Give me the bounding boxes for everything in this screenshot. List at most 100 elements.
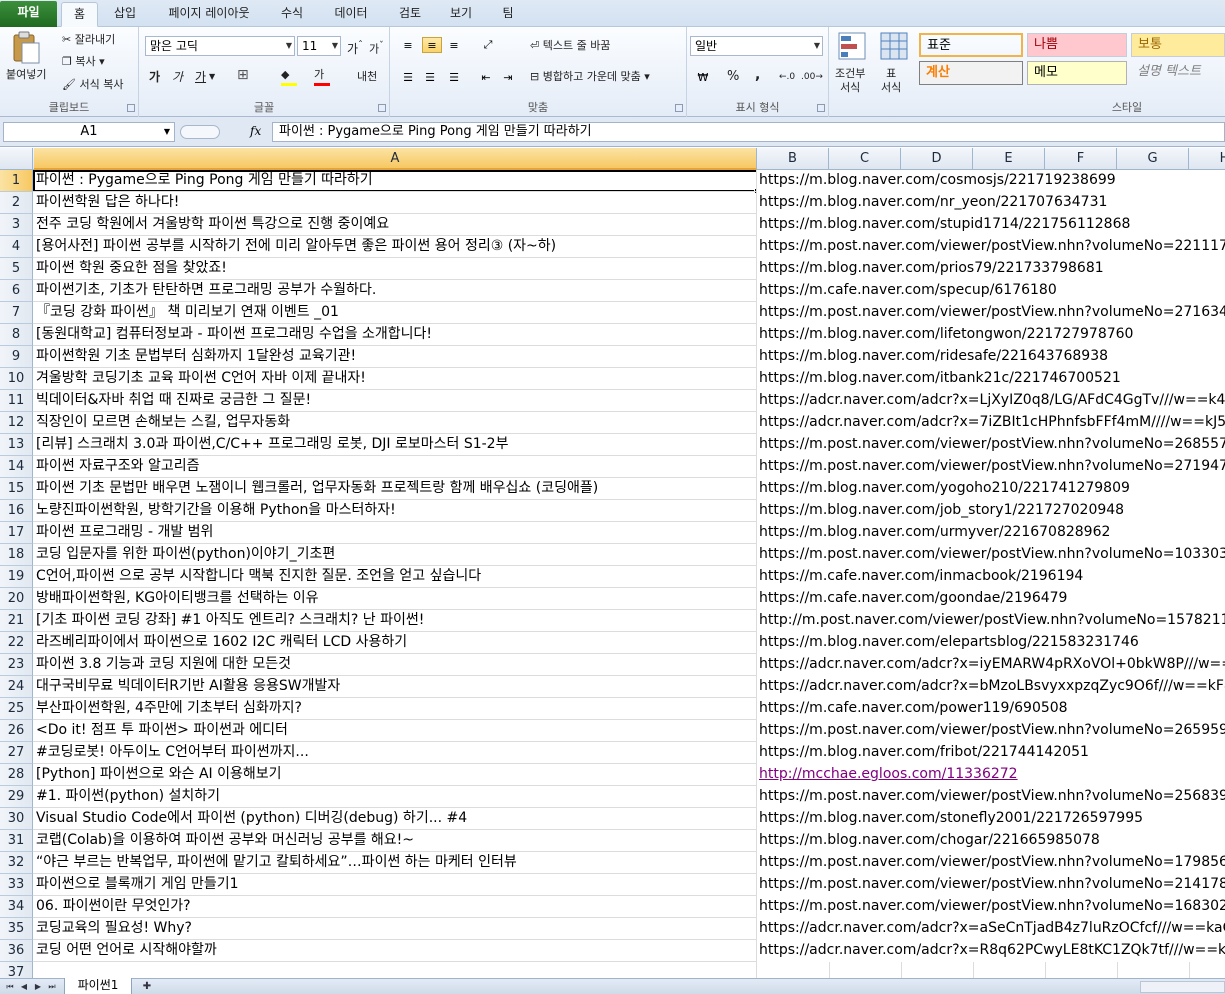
align-center-icon[interactable]: ☰ bbox=[422, 69, 438, 85]
cell-a[interactable] bbox=[34, 962, 757, 978]
grow-font-button[interactable]: 가ˆ bbox=[347, 38, 363, 57]
currency-icon[interactable]: ₩ bbox=[695, 69, 711, 85]
row-header[interactable]: 17 bbox=[0, 522, 33, 544]
underline-button[interactable]: 가 bbox=[195, 69, 206, 85]
increase-indent-icon[interactable]: ⇥ bbox=[500, 69, 516, 85]
column-header-b[interactable]: B bbox=[757, 148, 829, 170]
font-launcher-icon[interactable] bbox=[378, 104, 386, 112]
cell-b[interactable]: https://m.blog.naver.com/chogar/22166598… bbox=[757, 830, 1225, 852]
row-header[interactable]: 20 bbox=[0, 588, 33, 610]
cell-a[interactable]: 라즈베리파이에서 파이썬으로 1602 I2C 캐릭터 LCD 사용하기 bbox=[34, 632, 757, 654]
column-header-a[interactable]: A bbox=[34, 148, 757, 170]
cell-a[interactable]: 부산파이썬학원, 4주만에 기초부터 심화까지? bbox=[34, 698, 757, 720]
style-neutral[interactable]: 보통 bbox=[1131, 33, 1225, 57]
row-header[interactable]: 33 bbox=[0, 874, 33, 896]
row-header[interactable]: 26 bbox=[0, 720, 33, 742]
cell-a[interactable]: #코딩로봇! 아두이노 C언어부터 파이썬까지... bbox=[34, 742, 757, 764]
cell-b[interactable]: https://m.cafe.naver.com/power119/690508 bbox=[757, 698, 1225, 720]
row-header[interactable]: 36 bbox=[0, 940, 33, 962]
align-middle-icon[interactable]: ≡ bbox=[422, 37, 442, 53]
select-all-button[interactable] bbox=[0, 148, 33, 170]
align-top-icon[interactable]: ≡ bbox=[400, 37, 416, 53]
comma-button[interactable]: , bbox=[755, 67, 760, 83]
row-header[interactable]: 13 bbox=[0, 434, 33, 456]
row-header[interactable]: 12 bbox=[0, 412, 33, 434]
italic-button[interactable]: 가 bbox=[172, 69, 183, 85]
worksheet-grid[interactable]: A B C D E F G H 1 파이썬 : Pygame으로 Ping Pon… bbox=[0, 148, 1225, 978]
cell-b[interactable]: https://m.post.naver.com/viewer/postView… bbox=[757, 544, 1225, 566]
name-box[interactable]: A1 ▼ bbox=[3, 122, 175, 142]
row-header[interactable]: 1 bbox=[0, 170, 33, 192]
row-header[interactable]: 11 bbox=[0, 390, 33, 412]
cell-a[interactable]: 코랩(Colab)을 이용하여 파이썬 공부와 머신러닝 공부를 해요!~ bbox=[34, 830, 757, 852]
cell-a[interactable]: 겨울방학 코딩기초 교육 파이썬 C언어 자바 이제 끝내자! bbox=[34, 368, 757, 390]
cell-b[interactable]: https://m.post.naver.com/viewer/postView… bbox=[757, 236, 1225, 258]
insert-sheet-icon[interactable]: ✚ bbox=[138, 980, 156, 994]
tab-file[interactable]: 파일 bbox=[0, 1, 57, 27]
cell-b[interactable]: https://m.blog.naver.com/itbank21c/22174… bbox=[757, 368, 1225, 390]
cell-a[interactable]: 파이썬으로 블록깨기 게임 만들기1 bbox=[34, 874, 757, 896]
font-size-select[interactable]: 11 ▼ bbox=[297, 36, 341, 56]
row-header[interactable]: 15 bbox=[0, 478, 33, 500]
cell-a[interactable]: 파이썬학원 답은 하나다! bbox=[34, 192, 757, 214]
cell-a[interactable]: [Python] 파이썬으로 와슨 AI 이용해보기 bbox=[34, 764, 757, 786]
border-icon[interactable]: ⊞ bbox=[237, 67, 249, 83]
row-header[interactable]: 23 bbox=[0, 654, 33, 676]
formula-input[interactable]: 파이썬 : Pygame으로 Ping Pong 게임 만들기 따라하기 bbox=[272, 122, 1225, 142]
tab-view[interactable]: 보기 bbox=[440, 2, 482, 27]
column-header-f[interactable]: F bbox=[1045, 148, 1117, 170]
row-header[interactable]: 18 bbox=[0, 544, 33, 566]
row-header[interactable]: 4 bbox=[0, 236, 33, 258]
cell-b[interactable]: https://m.blog.naver.com/ridesafe/221643… bbox=[757, 346, 1225, 368]
format-table-label[interactable]: 표 서식 bbox=[881, 67, 901, 95]
orientation-icon[interactable]: ⤢ bbox=[480, 37, 496, 53]
cell-b[interactable]: https://m.cafe.naver.com/goondae/2196479 bbox=[757, 588, 1225, 610]
cell-b[interactable]: https://adcr.naver.com/adcr?x=R8q62PCwyL… bbox=[757, 940, 1225, 962]
tab-page-layout[interactable]: 페이지 레이아웃 bbox=[154, 2, 264, 27]
horizontal-scrollbar[interactable] bbox=[1140, 981, 1225, 993]
cell-a[interactable]: 노량진파이썬학원, 방학기간을 이용해 Python을 마스터하자! bbox=[34, 500, 757, 522]
align-bottom-icon[interactable]: ≡ bbox=[446, 37, 462, 53]
align-left-icon[interactable]: ☰ bbox=[400, 69, 416, 85]
cell-b[interactable]: https://m.post.naver.com/viewer/postView… bbox=[757, 874, 1225, 896]
cell-a[interactable]: 빅데이터&자바 취업 때 진짜로 궁금한 그 질문! bbox=[34, 390, 757, 412]
cell-a[interactable]: 파이썬 학원 중요한 점을 찾았죠! bbox=[34, 258, 757, 280]
align-right-icon[interactable]: ☰ bbox=[446, 69, 462, 85]
cell-b[interactable]: https://m.blog.naver.com/yogoho210/22174… bbox=[757, 478, 1225, 500]
cell-a[interactable]: 코딩 입문자를 위한 파이썬(python)이야기_기초편 bbox=[34, 544, 757, 566]
row-header[interactable]: 16 bbox=[0, 500, 33, 522]
cell-b-hyperlink[interactable]: http://mcchae.egloos.com/11336272 bbox=[757, 764, 1225, 786]
cell-a[interactable]: 코딩 어떤 언어로 시작해야할까 bbox=[34, 940, 757, 962]
cell-b[interactable]: https://adcr.naver.com/adcr?x=iyEMARW4pR… bbox=[757, 654, 1225, 676]
cell-b[interactable]: https://m.blog.naver.com/urmyver/2216708… bbox=[757, 522, 1225, 544]
cell-a[interactable]: 파이썬 기초 문법만 배우면 노잼이니 웹크롤러, 업무자동화 프로젝트랑 함께… bbox=[34, 478, 757, 500]
cell-b[interactable]: https://m.post.naver.com/viewer/postView… bbox=[757, 302, 1225, 324]
cell-b[interactable]: https://m.blog.naver.com/stonefly2001/22… bbox=[757, 808, 1225, 830]
cell-b[interactable]: https://m.post.naver.com/viewer/postView… bbox=[757, 434, 1225, 456]
paste-button[interactable] bbox=[10, 31, 42, 67]
cell-b[interactable]: https://m.blog.naver.com/nr_yeon/2217076… bbox=[757, 192, 1225, 214]
sheet-tab-active[interactable]: 파이썬1 bbox=[64, 978, 132, 994]
cell-b[interactable]: https://m.blog.naver.com/cosmosjs/221719… bbox=[757, 170, 1225, 192]
cell-a[interactable]: [용어사전] 파이썬 공부를 시작하기 전에 미리 알아두면 좋은 파이썬 용어… bbox=[34, 236, 757, 258]
row-header[interactable]: 3 bbox=[0, 214, 33, 236]
column-header-c[interactable]: C bbox=[829, 148, 901, 170]
cell-a[interactable]: 파이썬기초, 기초가 탄탄하면 프로그래밍 공부가 수월하다. bbox=[34, 280, 757, 302]
cell-b[interactable] bbox=[757, 962, 1225, 978]
prev-sheet-icon[interactable]: ◀ bbox=[18, 980, 30, 994]
conditional-format-label[interactable]: 조건부 서식 bbox=[835, 67, 865, 95]
cell-a[interactable]: 파이썬 : Pygame으로 Ping Pong 게임 만들기 따라하기 bbox=[34, 170, 757, 192]
cell-b[interactable]: https://m.post.naver.com/viewer/postView… bbox=[757, 786, 1225, 808]
cell-a[interactable]: 파이썬 3.8 기능과 코딩 지원에 대한 모든것 bbox=[34, 654, 757, 676]
tab-insert[interactable]: 삽입 bbox=[104, 2, 146, 27]
first-sheet-icon[interactable]: ⏮ bbox=[4, 980, 16, 994]
cell-a[interactable]: [동원대학교] 컴퓨터정보과 - 파이썬 프로그래밍 수업을 소개합니다! bbox=[34, 324, 757, 346]
row-header[interactable]: 35 bbox=[0, 918, 33, 940]
row-header[interactable]: 6 bbox=[0, 280, 33, 302]
row-header[interactable]: 25 bbox=[0, 698, 33, 720]
row-header[interactable]: 34 bbox=[0, 896, 33, 918]
fill-color-button[interactable]: ◆ bbox=[281, 67, 297, 86]
row-header[interactable]: 22 bbox=[0, 632, 33, 654]
increase-decimal-icon[interactable]: ←.0 bbox=[779, 69, 795, 85]
font-color-button[interactable]: 가 bbox=[314, 67, 330, 86]
